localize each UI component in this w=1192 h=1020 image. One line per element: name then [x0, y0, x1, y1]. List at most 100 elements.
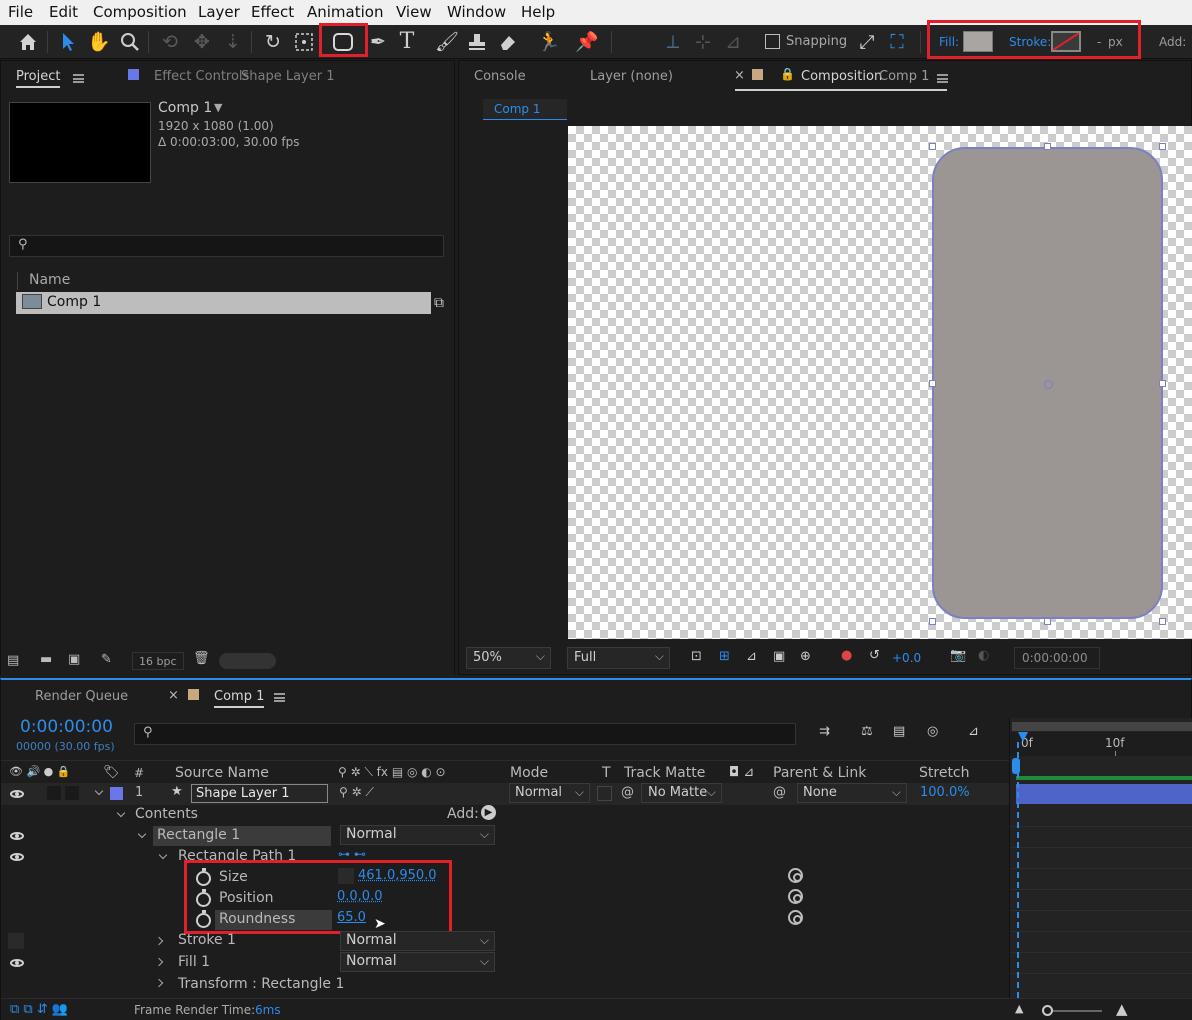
- viewer-timecode[interactable]: 0:00:00:00: [1014, 647, 1100, 669]
- expand-chevron-icon[interactable]: [155, 958, 163, 966]
- list-item[interactable]: Comp 1: [16, 292, 431, 314]
- handle-tl[interactable]: [929, 143, 936, 150]
- timeline-menu-icon[interactable]: [274, 693, 285, 702]
- graph-editor-icon[interactable]: ⊿: [968, 724, 979, 739]
- parent-dropdown[interactable]: None ⌵: [797, 783, 907, 803]
- breadcrumb[interactable]: Comp 1: [483, 99, 567, 120]
- selection-tool-icon[interactable]: [55, 29, 81, 55]
- hand-tool-icon[interactable]: ✋: [86, 29, 112, 55]
- expand-chevron-icon[interactable]: [159, 851, 167, 859]
- tab-project[interactable]: Project: [16, 69, 60, 88]
- menu-help[interactable]: Help: [521, 3, 555, 21]
- contents-add-label[interactable]: Add:: [447, 806, 479, 822]
- snapping-checkbox[interactable]: [765, 34, 780, 49]
- menu-window[interactable]: Window: [447, 3, 506, 21]
- layer-name-field[interactable]: Shape Layer 1: [191, 784, 328, 803]
- new-folder-icon[interactable]: ▬: [40, 652, 52, 667]
- handle-mr[interactable]: [1159, 380, 1166, 387]
- zoom-dropdown[interactable]: 50% ⌵: [466, 647, 551, 669]
- table-row[interactable]: 1 ★ Shape Layer 1 ⚲ ✲ ⟋ Normal ⌵ @ No Mat…: [1, 783, 1009, 805]
- tab-console[interactable]: Console: [474, 69, 526, 84]
- close-icon[interactable]: ×: [734, 68, 745, 83]
- eraser-tool-icon[interactable]: [495, 29, 521, 55]
- fast-previews-icon[interactable]: ⊡: [691, 649, 702, 664]
- tab-render-queue[interactable]: Render Queue: [35, 689, 128, 704]
- menu-composition[interactable]: Composition: [93, 3, 187, 21]
- roto-brush-tool-icon[interactable]: 🏃: [536, 29, 562, 55]
- dependencies-icon[interactable]: ✎: [101, 652, 112, 667]
- view-axis-icon[interactable]: ⊿: [720, 29, 746, 55]
- roundness-value[interactable]: 65.0: [337, 910, 366, 925]
- layer-duration-bar[interactable]: [1016, 784, 1192, 804]
- bpc-button[interactable]: 16 bpc: [132, 652, 184, 670]
- handle-tc[interactable]: [1044, 143, 1051, 150]
- fill-mode-dropdown[interactable]: Normal ⌵: [340, 952, 495, 972]
- tab-composition-name[interactable]: Comp 1: [879, 69, 929, 84]
- expression-pickwhip-icon[interactable]: [788, 889, 803, 904]
- lock-icon[interactable]: 🔒: [780, 67, 795, 81]
- interpret-footage-icon[interactable]: ▤: [7, 653, 19, 668]
- stopwatch-icon[interactable]: [196, 892, 211, 907]
- stretch-value[interactable]: 100.0%: [920, 785, 970, 800]
- trash-icon[interactable]: 🗑: [193, 651, 210, 666]
- audio-switch[interactable]: [47, 786, 61, 800]
- local-axis-icon[interactable]: ⟂: [660, 29, 686, 55]
- expand-chevron-icon[interactable]: [155, 937, 163, 945]
- puppet-pin-tool-icon[interactable]: 📌: [574, 29, 600, 55]
- preserve-transparency-checkbox[interactable]: [597, 786, 612, 801]
- timeline-search-input[interactable]: ⚲: [134, 723, 796, 745]
- brush-tool-icon[interactable]: 🖌: [434, 29, 460, 55]
- transparency-grid-icon[interactable]: ⊞: [719, 649, 730, 664]
- constrain-proportions-icon[interactable]: [338, 868, 354, 884]
- zoom-tool-icon[interactable]: [117, 29, 143, 55]
- frame-blending-icon[interactable]: ▤: [893, 724, 905, 739]
- expression-pickwhip-icon[interactable]: [788, 910, 803, 925]
- snap-edges-icon[interactable]: ⤢: [854, 29, 880, 55]
- channels-icon[interactable]: ●: [841, 648, 852, 663]
- tab-composition[interactable]: Composition: [801, 69, 882, 84]
- thumbnail-slider[interactable]: [219, 653, 276, 669]
- stroke-label[interactable]: Stroke:: [1009, 35, 1051, 49]
- zoom-slider-thumb[interactable]: [1042, 1005, 1053, 1016]
- time-graph[interactable]: 0f 10f: [1009, 718, 1192, 998]
- layer-switches[interactable]: ⚲ ✲ ⟋: [339, 785, 374, 800]
- world-axis-icon[interactable]: ⊹: [690, 29, 716, 55]
- menu-effect[interactable]: Effect: [251, 3, 294, 21]
- stroke-width-value[interactable]: -: [1097, 35, 1101, 49]
- project-menu-icon[interactable]: [73, 74, 84, 83]
- mask-visibility-icon[interactable]: ⊿: [746, 649, 757, 664]
- reset-exposure-icon[interactable]: ↺: [869, 648, 880, 663]
- pen-tool-icon[interactable]: ✒: [365, 29, 391, 55]
- work-area-bar[interactable]: [1012, 722, 1192, 731]
- layer-label-color[interactable]: [110, 787, 123, 800]
- handle-bc[interactable]: [1044, 618, 1051, 625]
- rectangle-group-name[interactable]: Rectangle 1: [153, 826, 331, 846]
- eye-icon[interactable]: [10, 853, 24, 861]
- position-value[interactable]: 0.0,0.0: [337, 889, 382, 904]
- grid-guides-icon[interactable]: ⊕: [800, 649, 811, 664]
- handle-bl[interactable]: [929, 618, 936, 625]
- layer-mode-dropdown[interactable]: Normal ⌵: [509, 783, 590, 803]
- chevron-down-icon[interactable]: ▼: [214, 101, 222, 114]
- fill-label[interactable]: Fill:: [939, 35, 959, 49]
- stroke-mode-dropdown[interactable]: Normal ⌵: [340, 931, 495, 951]
- anchor-point[interactable]: [1044, 380, 1053, 389]
- menu-view[interactable]: View: [396, 3, 432, 21]
- breadcrumb-comp[interactable]: Comp 1: [494, 102, 540, 116]
- tab-layer[interactable]: Layer (none): [590, 69, 673, 84]
- orbit-camera-icon[interactable]: ⟲: [157, 29, 183, 55]
- resolution-dropdown[interactable]: Full ⌵: [567, 647, 670, 669]
- draft-3d-icon[interactable]: ⚖: [861, 724, 873, 739]
- tab-comp[interactable]: Comp 1: [214, 689, 264, 708]
- flowchart-icon[interactable]: ⧉: [434, 295, 444, 311]
- exposure-value[interactable]: +0.0: [892, 651, 921, 665]
- show-snapshot-icon[interactable]: ◐: [978, 648, 989, 663]
- matte-pickwhip-icon[interactable]: @: [621, 785, 634, 800]
- tab-effect-controls[interactable]: Effect Controls: [154, 69, 249, 84]
- rectangle-mode-dropdown[interactable]: Normal ⌵: [340, 825, 495, 845]
- path-direction-icons[interactable]: ⊶ ⊷: [338, 847, 366, 861]
- menu-file[interactable]: File: [8, 3, 33, 21]
- expand-chevron-icon[interactable]: [155, 979, 163, 987]
- eye-icon[interactable]: [10, 790, 24, 798]
- menu-edit[interactable]: Edit: [49, 3, 78, 21]
